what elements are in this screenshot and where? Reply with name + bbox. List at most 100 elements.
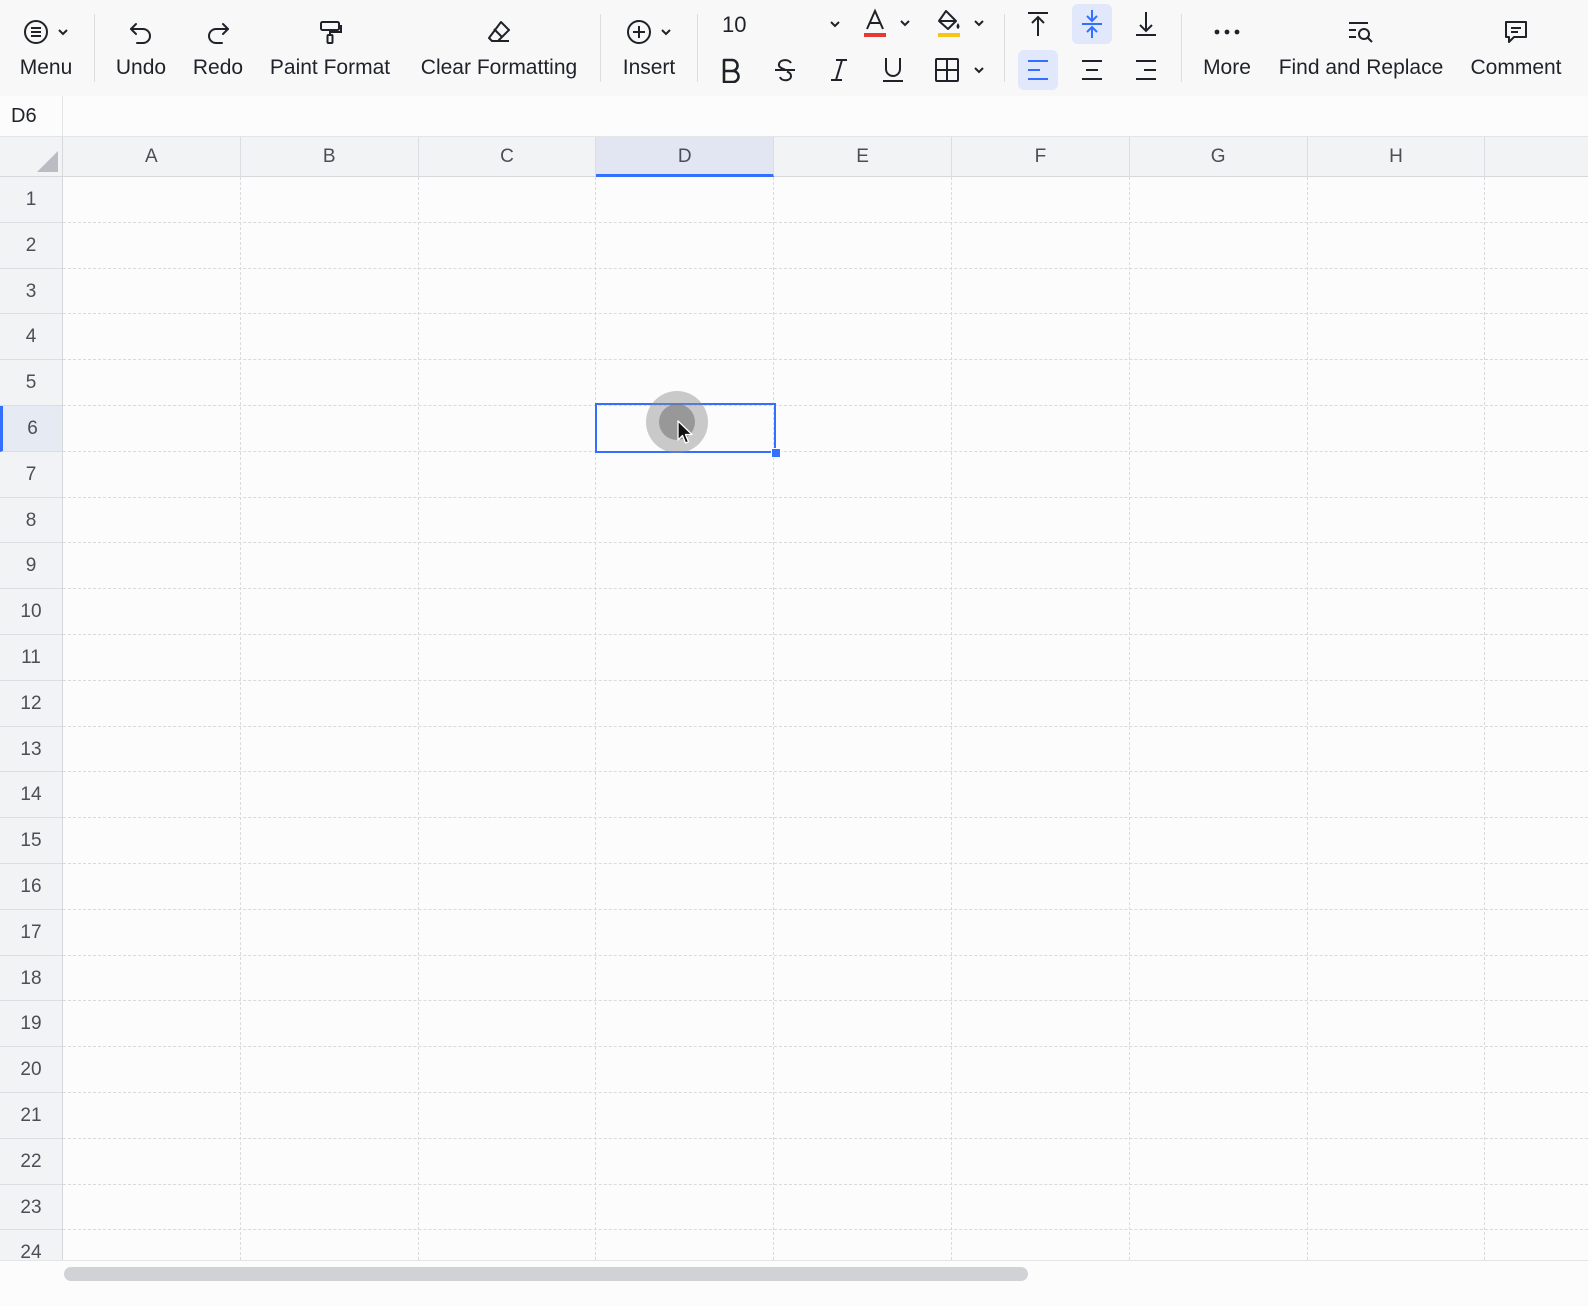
column-gridline — [239, 177, 241, 1260]
align-right-icon — [1133, 57, 1159, 83]
row-gridline — [63, 908, 1588, 910]
toolbar-divider — [94, 14, 95, 82]
bold-button[interactable] — [711, 50, 751, 90]
paint-format-button[interactable]: Paint Format — [266, 0, 394, 92]
font-color-icon — [862, 8, 888, 40]
redo-label: Redo — [192, 56, 244, 79]
italic-button[interactable] — [819, 50, 859, 90]
row-header-12[interactable]: 12 — [0, 681, 62, 727]
row-header-8[interactable]: 8 — [0, 498, 62, 544]
row-gridline — [63, 221, 1588, 223]
row-header-18[interactable]: 18 — [0, 956, 62, 1002]
row-gridline — [63, 496, 1588, 498]
cell-grid[interactable] — [63, 177, 1588, 1260]
horizontal-scrollbar-thumb[interactable] — [64, 1267, 1028, 1281]
chevron-down-icon — [972, 63, 986, 77]
row-header-6[interactable]: 6 — [0, 406, 62, 452]
row-header-17[interactable]: 17 — [0, 910, 62, 956]
redo-button[interactable]: Redo — [188, 0, 248, 92]
row-gridline — [63, 359, 1588, 361]
align-middle-button[interactable] — [1072, 4, 1112, 44]
column-header-c[interactable]: C — [419, 137, 597, 177]
align-left-icon — [1025, 57, 1051, 83]
bold-icon — [719, 57, 743, 83]
chevron-down-icon — [828, 17, 842, 31]
comment-button[interactable]: Comment — [1466, 0, 1566, 92]
row-header-11[interactable]: 11 — [0, 635, 62, 681]
row-header-13[interactable]: 13 — [0, 727, 62, 773]
align-top-button[interactable] — [1018, 4, 1058, 44]
column-header-a[interactable]: A — [63, 137, 241, 177]
paint-format-label: Paint Format — [269, 56, 391, 79]
chevron-down-icon — [972, 16, 986, 30]
row-header-15[interactable]: 15 — [0, 818, 62, 864]
toolbar-divider — [600, 14, 601, 82]
font-size-select[interactable]: 10 — [712, 8, 848, 42]
column-header-f[interactable]: F — [952, 137, 1130, 177]
row-header-9[interactable]: 9 — [0, 543, 62, 590]
borders-icon — [934, 57, 960, 83]
column-gridline — [951, 177, 952, 1260]
find-replace-label: Find and Replace — [1278, 56, 1444, 79]
row-header-23[interactable]: 23 — [0, 1185, 62, 1231]
align-bottom-icon — [1133, 10, 1159, 38]
row-header-10[interactable]: 10 — [0, 589, 62, 635]
find-replace-button[interactable]: Find and Replace — [1274, 0, 1448, 92]
more-label: More — [1203, 56, 1251, 79]
row-header-16[interactable]: 16 — [0, 864, 62, 910]
row-header-19[interactable]: 19 — [0, 1001, 62, 1048]
strikethrough-icon — [772, 57, 798, 83]
align-center-button[interactable] — [1072, 50, 1112, 90]
undo-button[interactable]: Undo — [110, 0, 172, 92]
underline-button[interactable] — [873, 50, 913, 90]
strikethrough-button[interactable] — [765, 50, 805, 90]
column-header-d[interactable]: D — [596, 137, 775, 177]
align-bottom-button[interactable] — [1126, 4, 1166, 44]
row-gridline — [63, 954, 1588, 956]
row-header-4[interactable]: 4 — [0, 314, 62, 361]
row-header-7[interactable]: 7 — [0, 452, 62, 498]
row-headers: 1 2 3 4 5 6 7 8 9 10 11 12 13 14 15 16 17 18 19 20 21 22 23 24 — [0, 177, 63, 1260]
cell-reference-box[interactable]: D6 — [0, 96, 63, 136]
column-header-b[interactable]: B — [241, 137, 419, 177]
formula-input[interactable] — [64, 96, 1588, 136]
italic-icon — [827, 57, 851, 83]
row-header-21[interactable]: 21 — [0, 1093, 62, 1139]
fill-handle[interactable] — [771, 448, 781, 458]
clear-formatting-button[interactable]: Clear Formatting — [414, 0, 584, 92]
align-left-button[interactable] — [1018, 50, 1058, 90]
column-header-e[interactable]: E — [774, 137, 952, 177]
select-all-corner[interactable] — [0, 137, 63, 177]
toolbar-divider — [1004, 14, 1005, 82]
find-replace-icon — [1346, 18, 1376, 46]
more-button[interactable]: More — [1196, 0, 1258, 92]
column-headers: ABCDEFGH — [63, 137, 1588, 177]
chevron-down-icon — [898, 16, 912, 30]
paint-format-icon — [316, 18, 344, 46]
column-gridline — [595, 177, 597, 1260]
menu-button[interactable]: Menu — [14, 0, 78, 92]
font-size-value: 10 — [722, 12, 747, 37]
row-header-3[interactable]: 3 — [0, 269, 62, 315]
row-header-22[interactable]: 22 — [0, 1139, 62, 1185]
row-gridline — [63, 817, 1588, 819]
insert-button[interactable]: Insert — [616, 0, 682, 92]
row-header-14[interactable]: 14 — [0, 772, 62, 819]
fill-color-button[interactable] — [932, 6, 990, 40]
column-gridline — [773, 177, 775, 1260]
column-header-h[interactable]: H — [1308, 137, 1486, 177]
row-header-20[interactable]: 20 — [0, 1047, 62, 1093]
align-right-button[interactable] — [1126, 50, 1166, 90]
row-gridline — [63, 771, 1588, 773]
row-gridline — [63, 450, 1588, 452]
column-gridline — [417, 177, 419, 1260]
row-header-5[interactable]: 5 — [0, 360, 62, 406]
column-header-g[interactable]: G — [1130, 137, 1308, 177]
row-header-1[interactable]: 1 — [0, 177, 62, 223]
row-header-24[interactable]: 24 — [0, 1230, 62, 1260]
mouse-pointer-icon — [676, 420, 694, 446]
row-header-2[interactable]: 2 — [0, 223, 62, 269]
borders-button[interactable] — [928, 50, 990, 90]
row-gridline — [63, 313, 1588, 315]
font-color-button[interactable] — [858, 6, 914, 40]
